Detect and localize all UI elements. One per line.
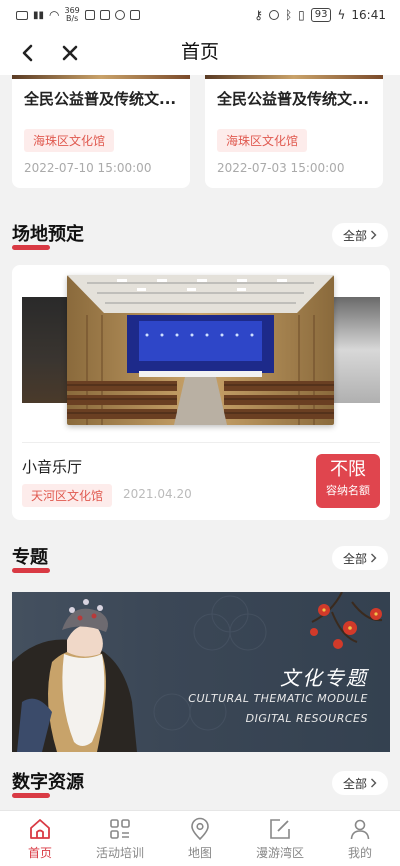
edit-icon [270,818,290,839]
net-speed-unit: B/s [65,14,79,23]
chevron-right-icon [371,778,377,788]
section-title-text: 场地预定 [12,224,84,245]
capacity-value: 不限 [330,459,366,480]
venue-org-tag: 天河区文化馆 [22,484,113,507]
tab-label: 漫游湾区 [255,845,304,860]
tab-profile[interactable]: 我的 [320,811,400,866]
event-date: 2022-07-10 15:00:00 [24,161,152,175]
capacity-badge: 不限 容纳名额 [316,454,380,508]
section-title-underline [12,245,50,250]
venue-date: 2021.04.20 [123,487,192,501]
battery-indicator: 93 [310,8,332,22]
chevron-right-icon [371,553,377,563]
concert-hall-illustration [67,275,334,425]
banner-subtitle: DIGITAL RESOURCES [245,712,368,725]
back-button[interactable] [10,35,46,71]
event-card[interactable]: 全民公益普及传统文... 海珠区文化馆 2022-07-03 15:00:00 [205,75,383,188]
tab-label: 我的 [347,845,372,860]
event-image [12,75,190,79]
nav-bar: 首页 [0,30,400,75]
venue-image [67,275,334,425]
status-left: ▮▮ ◠ 369 B/s [16,7,140,23]
event-venue-tag: 海珠区文化馆 [24,129,115,152]
event-image [205,75,383,79]
event-title: 全民公益普及传统文... [24,90,177,108]
user-icon [350,819,370,839]
wifi-icon: ◠ [49,8,60,22]
section-title-text: 数字资源 [12,772,84,793]
close-icon [62,45,78,61]
bluetooth-icon: ᛒ [284,8,293,22]
venue-name: 小音乐厅 [22,458,83,476]
bottom-tab-bar: 首页 活动培训 地图 漫游湾区 我的 [0,810,400,866]
venue-more-button[interactable]: 全部 [332,223,388,247]
chevron-left-icon [22,44,33,62]
clock: 16:41 [351,8,386,22]
capacity-label: 容纳名额 [326,484,370,497]
venue-carousel[interactable] [12,275,390,425]
section-title-text: 专题 [12,547,48,568]
divider [22,442,380,443]
tab-label: 活动培训 [95,845,144,860]
more-label: 全部 [342,228,367,243]
event-date: 2022-07-03 15:00:00 [217,161,345,175]
vibrate-icon: ▯ [298,8,305,22]
key-icon: ⚷ [254,8,263,22]
section-title-venue: 场地预定 [12,220,84,250]
charging-icon: ϟ [337,8,346,22]
grid-icon [110,818,130,839]
event-venue-tag: 海珠区文化馆 [217,129,308,152]
tab-explore-bay[interactable]: 漫游湾区 [240,811,320,866]
banner-title: 文化专题 [280,666,368,690]
venue-card[interactable]: 小音乐厅 天河区文化馆 2021.04.20 不限 容纳名额 [12,265,390,520]
tab-label: 地图 [187,845,212,860]
topic-banner[interactable]: 文化专题 CULTURAL THEMATIC MODULE DIGITAL RE… [12,592,390,752]
section-title-underline [12,793,50,798]
more-label: 全部 [342,776,367,791]
tab-label: 首页 [27,845,52,860]
digital-more-button[interactable]: 全部 [332,771,388,795]
home-icon [30,818,50,839]
section-title-topic: 专题 [12,543,50,573]
section-title-underline [12,568,50,573]
status-right: ⚷ ᛒ ▯ 93 ϟ 16:41 [254,8,386,22]
topic-more-button[interactable]: 全部 [332,546,388,570]
app-icon [129,10,140,20]
app-icon [84,10,95,20]
banner-subtitle: CULTURAL THEMATIC MODULE [188,692,368,705]
map-pin-icon [191,817,209,840]
section-title-digital: 数字资源 [12,768,84,798]
signal-icon: ▮▮ [33,9,45,21]
home-content[interactable]: 全民公益普及传统文... 海珠区文化馆 2022-07-10 15:00:00 … [0,75,400,810]
more-label: 全部 [342,551,367,566]
hd-icon [16,10,28,20]
net-speed: 369 B/s [65,7,80,23]
app-icon [99,10,110,20]
close-button[interactable] [52,35,88,71]
event-card[interactable]: 全民公益普及传统文... 海珠区文化馆 2022-07-10 15:00:00 [12,75,190,188]
alarm-icon [268,10,279,20]
app-icon [114,10,125,20]
chevron-right-icon [371,230,377,240]
event-title: 全民公益普及传统文... [217,90,370,108]
status-bar: ▮▮ ◠ 369 B/s ⚷ ᛒ ▯ 93 ϟ 16:41 [0,0,400,30]
tab-activities[interactable]: 活动培训 [80,811,160,866]
tab-map[interactable]: 地图 [160,811,240,866]
tab-home[interactable]: 首页 [0,811,80,866]
